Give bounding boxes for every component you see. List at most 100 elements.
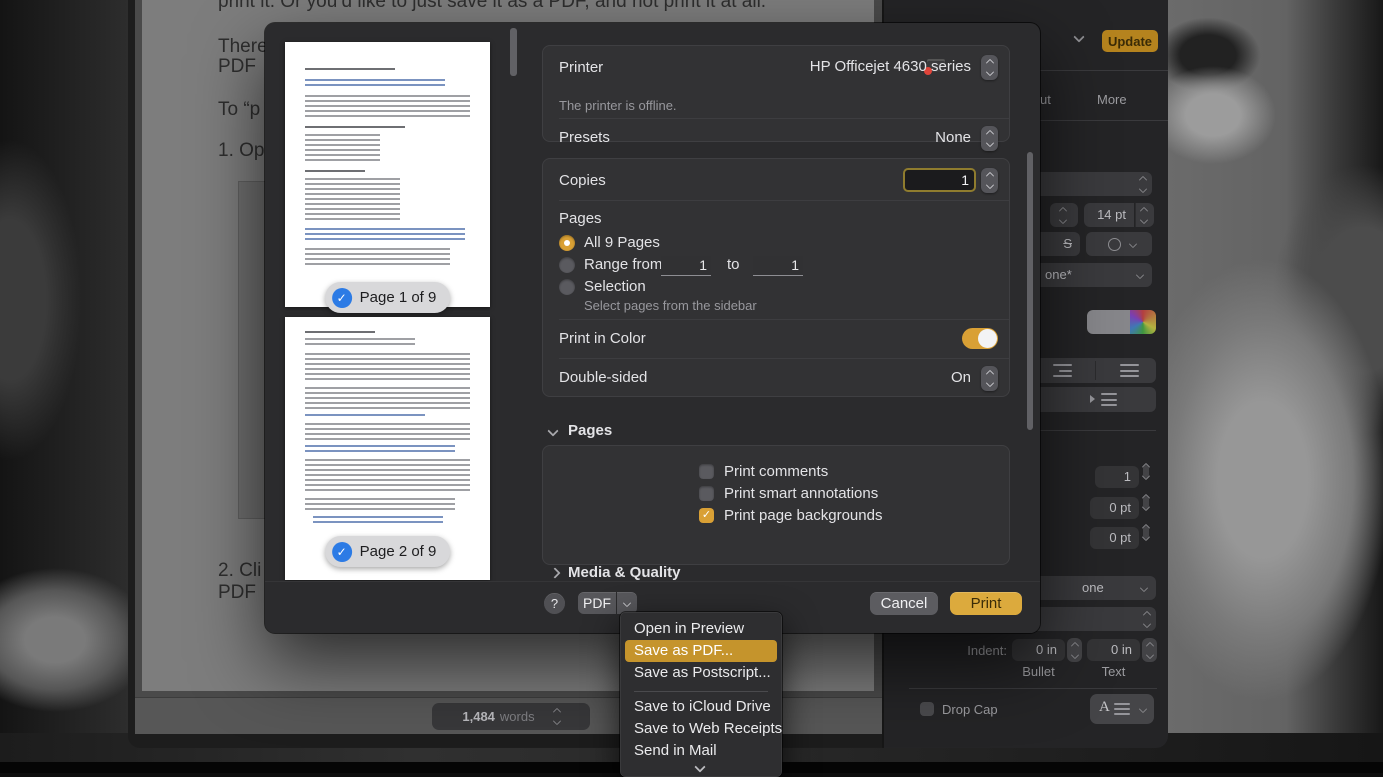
page-thumbnail-2[interactable]: ✓ Page 2 of 9 <box>285 317 490 580</box>
cancel-button[interactable]: Cancel <box>870 592 938 615</box>
menu-item-save-to-icloud-drive[interactable]: Save to iCloud Drive <box>625 696 777 718</box>
printer-status: The printer is offline. <box>559 98 677 113</box>
list-style-dropdown[interactable] <box>1024 607 1156 631</box>
document-text-line: There <box>218 36 268 58</box>
double-sided-label: Double-sided <box>559 369 647 386</box>
space-after-stepper[interactable] <box>1143 525 1149 540</box>
line-spacing-stepper[interactable] <box>1143 464 1149 479</box>
menu-item-save-as-pdf[interactable]: Save as PDF... <box>625 640 777 662</box>
document-text-line: PDF <box>218 56 256 78</box>
style-dropdown-chevron-icon[interactable] <box>1075 33 1083 41</box>
justify-icon[interactable] <box>1120 364 1139 377</box>
copies-input[interactable]: 1 <box>903 168 976 192</box>
color-picker-swatch[interactable] <box>1130 310 1156 334</box>
page-badge-label: Page 2 of 9 <box>360 543 437 560</box>
media-quality-disclosure-chevron-icon[interactable] <box>551 569 559 577</box>
menu-item-save-to-web-receipts[interactable]: Save to Web Receipts <box>625 718 777 740</box>
font-family-dropdown[interactable] <box>1024 172 1152 196</box>
print-smart-annotations-checkbox[interactable] <box>699 486 714 501</box>
range-label: Range from <box>584 256 662 273</box>
menu-separator <box>634 691 768 692</box>
text-alignment-segmented-control[interactable] <box>1024 358 1156 383</box>
align-right-icon[interactable] <box>1053 364 1072 377</box>
word-count-unit: words <box>500 709 535 724</box>
print-page-backgrounds-checkbox[interactable]: ✓ <box>699 508 714 523</box>
chevron-down-icon <box>1130 241 1136 247</box>
indent-text-stepper[interactable] <box>1142 638 1157 662</box>
indent-level-button[interactable] <box>1024 387 1156 412</box>
to-label: to <box>727 256 740 273</box>
selection-radio[interactable] <box>559 279 575 295</box>
line-spacing-value: 1 <box>1124 466 1131 488</box>
document-text-line: 2. Cli <box>218 560 261 582</box>
range-radio[interactable] <box>559 257 575 273</box>
indent-text-field[interactable]: 0 in <box>1087 639 1140 661</box>
advanced-text-options-button[interactable] <box>1086 232 1152 256</box>
drop-cap-checkbox[interactable] <box>920 702 934 716</box>
print-button[interactable]: Print <box>950 592 1022 615</box>
drop-cap-style-dropdown[interactable]: A <box>1090 694 1154 724</box>
menu-item-save-as-postscript[interactable]: Save as Postscript... <box>625 662 777 684</box>
all-pages-radio[interactable] <box>559 235 575 251</box>
tab-more[interactable]: More <box>1097 92 1127 107</box>
tab-layout-fragment[interactable]: ut <box>1040 92 1051 107</box>
printer-label: Printer <box>559 59 603 76</box>
indent-bullet-field[interactable]: 0 in <box>1012 639 1065 661</box>
print-in-color-label: Print in Color <box>559 330 646 347</box>
font-face-stepper[interactable] <box>1050 203 1078 227</box>
double-sided-stepper[interactable] <box>981 366 998 391</box>
printer-presets-group: Printer HP Officejet 4630 series The pri… <box>542 45 1010 142</box>
print-comments-checkbox[interactable] <box>699 464 714 479</box>
document-text-line: To “p <box>218 99 260 121</box>
update-style-button[interactable]: Update <box>1102 30 1158 52</box>
document-text-line: print it. Or you’d like to just save it … <box>218 0 766 13</box>
pages-section-title[interactable]: Pages <box>568 422 612 439</box>
menu-scroll-down-chevron-icon[interactable] <box>696 763 704 771</box>
drop-cap-glyph: A <box>1099 699 1110 716</box>
double-sided-value: On <box>951 369 971 386</box>
indent-bullet-stepper[interactable] <box>1067 638 1082 662</box>
menu-item-send-in-mail[interactable]: Send in Mail <box>625 740 777 762</box>
drop-cap-label: Drop Cap <box>942 702 998 717</box>
chevron-down-icon <box>1141 585 1147 591</box>
page-indicator-badge: ✓ Page 2 of 9 <box>325 536 451 567</box>
drop-cap-lines-icon <box>1114 703 1130 715</box>
background-photo-right <box>1168 0 1383 773</box>
pdf-menu-chevron-button[interactable] <box>617 592 637 614</box>
pages-disclosure-chevron-icon[interactable] <box>549 427 557 435</box>
line-spacing-field[interactable]: 1 <box>1095 466 1139 488</box>
pdf-dropdown-menu: Open in Preview Save as PDF... Save as P… <box>620 612 782 777</box>
space-before-field[interactable]: 0 pt <box>1090 497 1139 519</box>
space-after-value: 0 pt <box>1109 527 1131 549</box>
character-style-dropdown[interactable]: one* <box>1024 263 1152 287</box>
media-quality-section-title[interactable]: Media & Quality <box>568 564 681 581</box>
bullets-lists-dropdown[interactable]: one <box>1024 576 1156 600</box>
range-from-input[interactable]: 1 <box>661 256 711 276</box>
gear-icon <box>1108 238 1121 251</box>
text-color-well[interactable] <box>1087 310 1130 334</box>
printer-dropdown-stepper[interactable] <box>981 55 998 80</box>
font-size-field[interactable]: 14 pt <box>1084 203 1134 227</box>
font-size-stepper[interactable] <box>1135 203 1154 227</box>
document-text-line: PDF <box>218 582 256 604</box>
menu-item-open-in-preview[interactable]: Open in Preview <box>625 618 777 640</box>
pdf-button[interactable]: PDF <box>578 592 616 614</box>
settings-scrollbar[interactable] <box>1027 152 1033 430</box>
word-count-pill[interactable]: 1,484 words <box>432 703 590 730</box>
presets-label: Presets <box>559 129 610 146</box>
page-thumbnail-1[interactable]: ✓ Page 1 of 9 <box>285 42 490 307</box>
range-to-input[interactable]: 1 <box>753 256 803 276</box>
presets-dropdown-stepper[interactable] <box>981 126 998 151</box>
chevron-down-icon <box>1140 706 1146 712</box>
space-after-field[interactable]: 0 pt <box>1090 527 1139 549</box>
thumbnail-scrollbar[interactable] <box>510 28 517 76</box>
all-pages-label: All 9 Pages <box>584 234 660 251</box>
bullet-caption: Bullet <box>1012 664 1065 679</box>
space-before-stepper[interactable] <box>1143 495 1149 510</box>
stepper-icon <box>1060 208 1066 223</box>
pages-options-group: Print comments Print smart annotations ✓… <box>542 445 1010 565</box>
page-indicator-badge: ✓ Page 1 of 9 <box>325 282 451 313</box>
copies-stepper[interactable] <box>981 168 998 193</box>
help-button[interactable]: ? <box>544 593 565 614</box>
print-in-color-toggle[interactable] <box>962 328 998 349</box>
